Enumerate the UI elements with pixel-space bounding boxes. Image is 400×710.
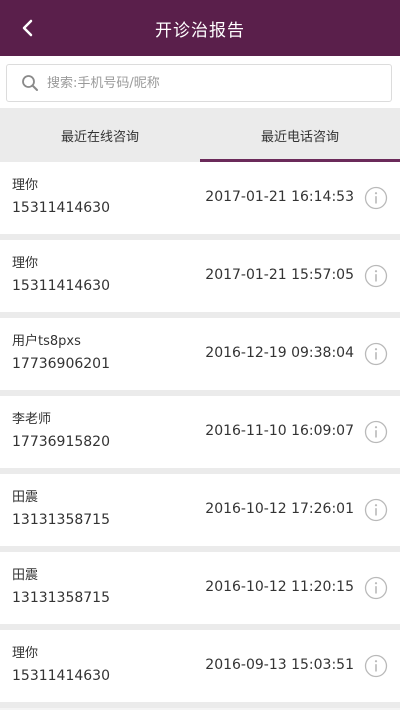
chevron-left-icon bbox=[22, 19, 33, 37]
tab-online-consult[interactable]: 最近在线咨询 bbox=[0, 108, 200, 162]
list-item[interactable]: 李老师 17736915820 2016-11-10 16:09:07 bbox=[0, 396, 400, 474]
patient-phone: 15311414630 bbox=[12, 668, 110, 684]
list-item[interactable]: 用户ts8pxs 17736906201 2016-12-19 09:38:04 bbox=[0, 318, 400, 396]
consult-time: 2016-10-12 11:20:15 bbox=[205, 579, 354, 595]
list-item[interactable]: 田震 13131358715 2016-10-12 17:26:01 bbox=[0, 474, 400, 552]
patient-name: 用户ts8pxs bbox=[12, 334, 81, 349]
list-item[interactable]: 理你 15311414630 2017-01-21 15:57:05 bbox=[0, 240, 400, 318]
tab-label: 最近在线咨询 bbox=[60, 129, 139, 145]
patient-name: 田震 bbox=[12, 568, 39, 583]
search-box[interactable] bbox=[6, 64, 392, 102]
back-button[interactable] bbox=[8, 8, 48, 48]
app-header: 开诊治报告 bbox=[0, 0, 400, 56]
consult-record-list: 理你 15311414630 2017-01-21 16:14:53 理你 15… bbox=[0, 162, 400, 708]
patient-phone: 13131358715 bbox=[12, 590, 110, 606]
patient-name: 理你 bbox=[12, 256, 39, 271]
info-icon[interactable] bbox=[364, 342, 388, 366]
info-icon[interactable] bbox=[364, 420, 388, 444]
search-bar bbox=[0, 56, 400, 108]
patient-name: 理你 bbox=[12, 178, 39, 193]
patient-name: 李老师 bbox=[12, 412, 52, 427]
consult-time: 2016-10-12 17:26:01 bbox=[205, 501, 354, 517]
consult-tabs: 最近在线咨询 最近电话咨询 bbox=[0, 108, 400, 162]
info-icon[interactable] bbox=[364, 498, 388, 522]
tab-label: 最近电话咨询 bbox=[260, 129, 339, 145]
consult-time: 2017-01-21 16:14:53 bbox=[205, 189, 354, 205]
search-input[interactable] bbox=[47, 75, 367, 91]
tab-phone-consult[interactable]: 最近电话咨询 bbox=[200, 108, 400, 162]
patient-phone: 15311414630 bbox=[12, 200, 110, 216]
list-item[interactable]: 理你 15311414630 2017-01-21 16:14:53 bbox=[0, 162, 400, 240]
search-icon bbox=[17, 70, 43, 96]
consult-time: 2017-01-21 15:57:05 bbox=[205, 267, 354, 283]
page-title: 开诊治报告 bbox=[155, 20, 245, 41]
info-icon[interactable] bbox=[364, 186, 388, 210]
consult-time: 2016-12-19 09:38:04 bbox=[205, 345, 354, 361]
consult-time: 2016-09-13 15:03:51 bbox=[205, 657, 354, 673]
patient-name: 田震 bbox=[12, 490, 39, 505]
info-icon[interactable] bbox=[364, 264, 388, 288]
list-item[interactable]: 理你 15311414630 2016-09-13 15:03:51 bbox=[0, 630, 400, 708]
list-item[interactable]: 田震 13131358715 2016-10-12 11:20:15 bbox=[0, 552, 400, 630]
patient-phone: 17736915820 bbox=[12, 434, 110, 450]
patient-phone: 15311414630 bbox=[12, 278, 110, 294]
info-icon[interactable] bbox=[364, 576, 388, 600]
info-icon[interactable] bbox=[364, 654, 388, 678]
consult-time: 2016-11-10 16:09:07 bbox=[205, 423, 354, 439]
patient-name: 理你 bbox=[12, 646, 39, 661]
patient-phone: 17736906201 bbox=[12, 356, 110, 372]
patient-phone: 13131358715 bbox=[12, 512, 110, 528]
